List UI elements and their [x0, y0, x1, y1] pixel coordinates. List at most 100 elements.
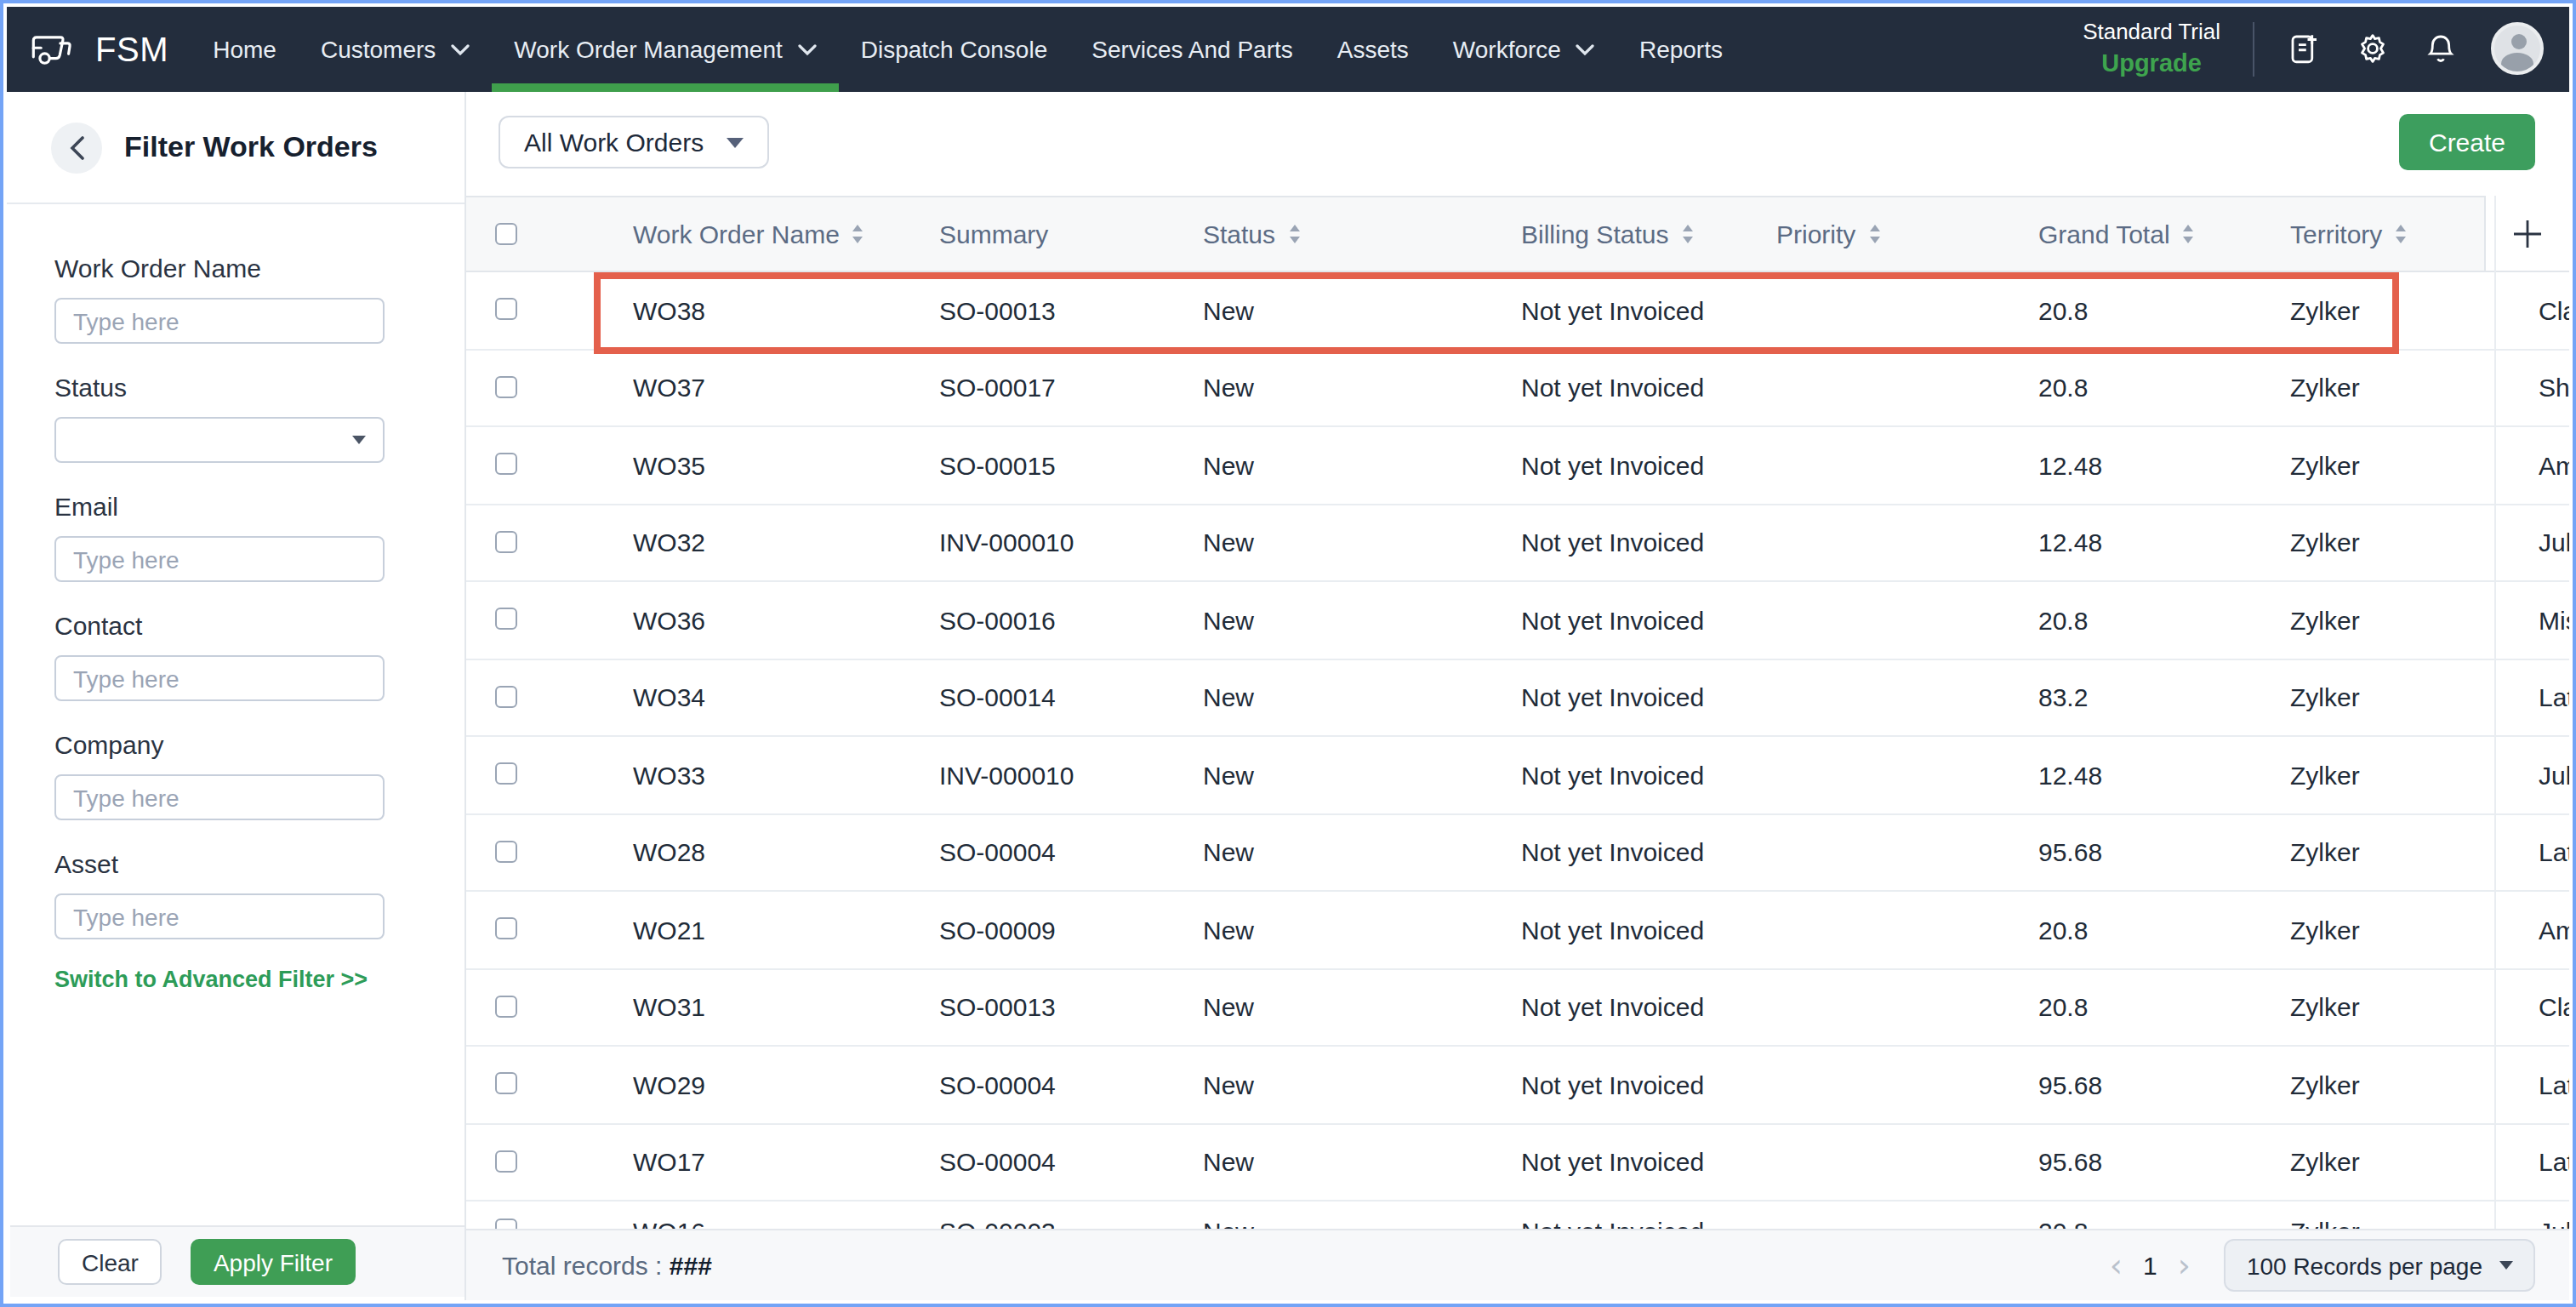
nav-item-label: Customers — [321, 36, 436, 63]
column-header-billing-status[interactable]: Billing Status — [1521, 197, 1692, 271]
sort-icon[interactable] — [853, 225, 863, 243]
filter-field-work-order-name: Work Order NameType here — [54, 254, 385, 344]
create-button[interactable]: Create — [2399, 114, 2535, 170]
row-checkbox[interactable] — [494, 996, 516, 1018]
table-row-wo31[interactable]: WO31SO-00013NewNot yet Invoiced20.8Zylke… — [466, 969, 2569, 1047]
column-header-priority[interactable]: Priority — [1776, 197, 1879, 271]
table-row-wo37[interactable]: WO37SO-00017NewNot yet Invoiced20.8Zylke… — [466, 350, 2569, 427]
contact-input[interactable]: Type here — [54, 655, 385, 701]
nav-item-assets[interactable]: Assets — [1315, 7, 1431, 92]
cell[interactable]: WO37 — [633, 350, 705, 425]
nav-item-dispatch-console[interactable]: Dispatch Console — [839, 7, 1069, 92]
nav-item-services-and-parts[interactable]: Services And Parts — [1069, 7, 1315, 92]
cell: 20.8 — [2038, 350, 2088, 425]
row-checkbox[interactable] — [494, 841, 516, 863]
cell[interactable]: WO17 — [633, 1124, 705, 1200]
nav-item-home[interactable]: Home — [191, 7, 299, 92]
row-checkbox[interactable] — [494, 1150, 516, 1173]
new-record-icon[interactable] — [2287, 31, 2322, 67]
user-avatar[interactable] — [2491, 23, 2544, 76]
cell[interactable]: WO29 — [633, 1047, 705, 1122]
row-checkbox[interactable] — [494, 1073, 516, 1095]
column-header-label: Summary — [939, 220, 1048, 248]
row-checkbox[interactable] — [494, 918, 516, 940]
table-row-wo28[interactable]: WO28SO-00004NewNot yet Invoiced95.68Zylk… — [466, 814, 2569, 892]
asset-input[interactable]: Type here — [54, 893, 385, 939]
cell[interactable]: WO28 — [633, 814, 705, 890]
fsm-logo[interactable]: FSM — [29, 29, 168, 70]
table-row-wo38[interactable]: WO38SO-00013NewNot yet Invoiced20.8Zylke… — [466, 272, 2569, 350]
nav-item-work-order-management[interactable]: Work Order Management — [492, 7, 838, 92]
cell[interactable]: WO34 — [633, 659, 705, 735]
cell[interactable]: WO35 — [633, 427, 705, 503]
row-checkbox[interactable] — [494, 531, 516, 553]
add-column-button[interactable] — [2484, 196, 2569, 272]
cell[interactable]: WO33 — [633, 737, 705, 813]
cell[interactable]: WO38 — [633, 272, 705, 348]
cell[interactable]: WO31 — [633, 969, 705, 1045]
table-row-wo32[interactable]: WO32INV-000010NewNot yet Invoiced12.48Zy… — [466, 505, 2569, 582]
table-row-wo36[interactable]: WO36SO-00016NewNot yet Invoiced20.8Zylke… — [466, 582, 2569, 659]
sort-icon[interactable] — [1869, 225, 1879, 243]
cell: Not yet Invoiced — [1521, 582, 1704, 658]
work-order-name-input[interactable]: Type here — [54, 298, 385, 344]
row-checkbox[interactable] — [494, 376, 516, 398]
sort-icon[interactable] — [2184, 225, 2194, 243]
cell[interactable]: WO21 — [633, 892, 705, 967]
settings-gear-icon[interactable] — [2355, 31, 2391, 67]
row-checkbox[interactable] — [494, 686, 516, 708]
column-header-territory[interactable]: Territory — [2290, 197, 2406, 271]
notifications-bell-icon[interactable] — [2423, 31, 2459, 67]
nav-item-label: Reports — [1639, 36, 1723, 63]
cell-contact: Shelly — [2539, 350, 2569, 425]
sort-icon[interactable] — [1289, 225, 1299, 243]
table-row-wo17[interactable]: WO17SO-00004NewNot yet Invoiced95.68Zylk… — [466, 1124, 2569, 1201]
cell-contact: Latha — [2539, 1047, 2569, 1122]
sort-icon[interactable] — [1682, 225, 1692, 243]
nav-item-reports[interactable]: Reports — [1617, 7, 1745, 92]
sort-icon[interactable] — [2396, 225, 2406, 243]
email-input[interactable]: Type here — [54, 536, 385, 582]
table-row-wo29[interactable]: WO29SO-00004NewNot yet Invoiced95.68Zylk… — [466, 1047, 2569, 1124]
cell-contact: Claire — [2539, 969, 2569, 1045]
row-checkbox[interactable] — [494, 454, 516, 476]
cell[interactable]: WO36 — [633, 582, 705, 658]
select-all-checkbox[interactable] — [494, 222, 516, 244]
cell: Not yet Invoiced — [1521, 505, 1704, 580]
table-row-wo21[interactable]: WO21SO-00009NewNot yet Invoiced20.8Zylke… — [466, 892, 2569, 969]
prev-page-icon[interactable]: ‹ — [2110, 1249, 2123, 1281]
row-checkbox[interactable] — [494, 299, 516, 321]
records-per-page-select[interactable]: 100 Records per page — [2225, 1239, 2535, 1292]
truck-icon — [29, 29, 80, 70]
row-checkbox[interactable] — [494, 608, 516, 631]
cell[interactable]: WO32 — [633, 505, 705, 580]
column-header-grand-total[interactable]: Grand Total — [2038, 197, 2194, 271]
table-row-wo34[interactable]: WO34SO-00014NewNot yet Invoiced83.2Zylke… — [466, 659, 2569, 737]
row-checkbox[interactable] — [494, 763, 516, 785]
nav-item-customers[interactable]: Customers — [299, 7, 492, 92]
company-input[interactable]: Type here — [54, 774, 385, 820]
cell: New — [1203, 427, 1254, 503]
column-header-work-order-name[interactable]: Work Order Name — [633, 197, 863, 271]
cell: SO-00014 — [939, 659, 1056, 735]
table-row-wo35[interactable]: WO35SO-00015NewNot yet Invoiced12.48Zylk… — [466, 427, 2569, 505]
chevron-down-icon — [2499, 1261, 2513, 1270]
plus-icon — [2513, 219, 2542, 248]
back-button[interactable] — [51, 122, 102, 173]
next-page-icon[interactable]: › — [2178, 1249, 2191, 1281]
apply-filter-button[interactable]: Apply Filter — [191, 1239, 355, 1285]
clear-button[interactable]: Clear — [58, 1239, 162, 1285]
column-header-status[interactable]: Status — [1203, 197, 1299, 271]
cell: Not yet Invoiced — [1521, 427, 1704, 503]
cell: Not yet Invoiced — [1521, 1124, 1704, 1200]
nav-item-workforce[interactable]: Workforce — [1431, 7, 1617, 92]
upgrade-link[interactable]: Upgrade — [2083, 48, 2220, 80]
view-selector[interactable]: All Work Orders — [499, 116, 768, 168]
column-header-summary[interactable]: Summary — [939, 197, 1048, 271]
status-select[interactable] — [54, 417, 385, 463]
nav-item-label: Work Order Management — [514, 36, 782, 63]
advanced-filter-link[interactable]: Switch to Advanced Filter >> — [54, 967, 368, 992]
nav-item-label: Dispatch Console — [861, 36, 1047, 63]
table-row-wo33[interactable]: WO33INV-000010NewNot yet Invoiced12.48Zy… — [466, 737, 2569, 814]
cell: Zylker — [2290, 350, 2360, 425]
